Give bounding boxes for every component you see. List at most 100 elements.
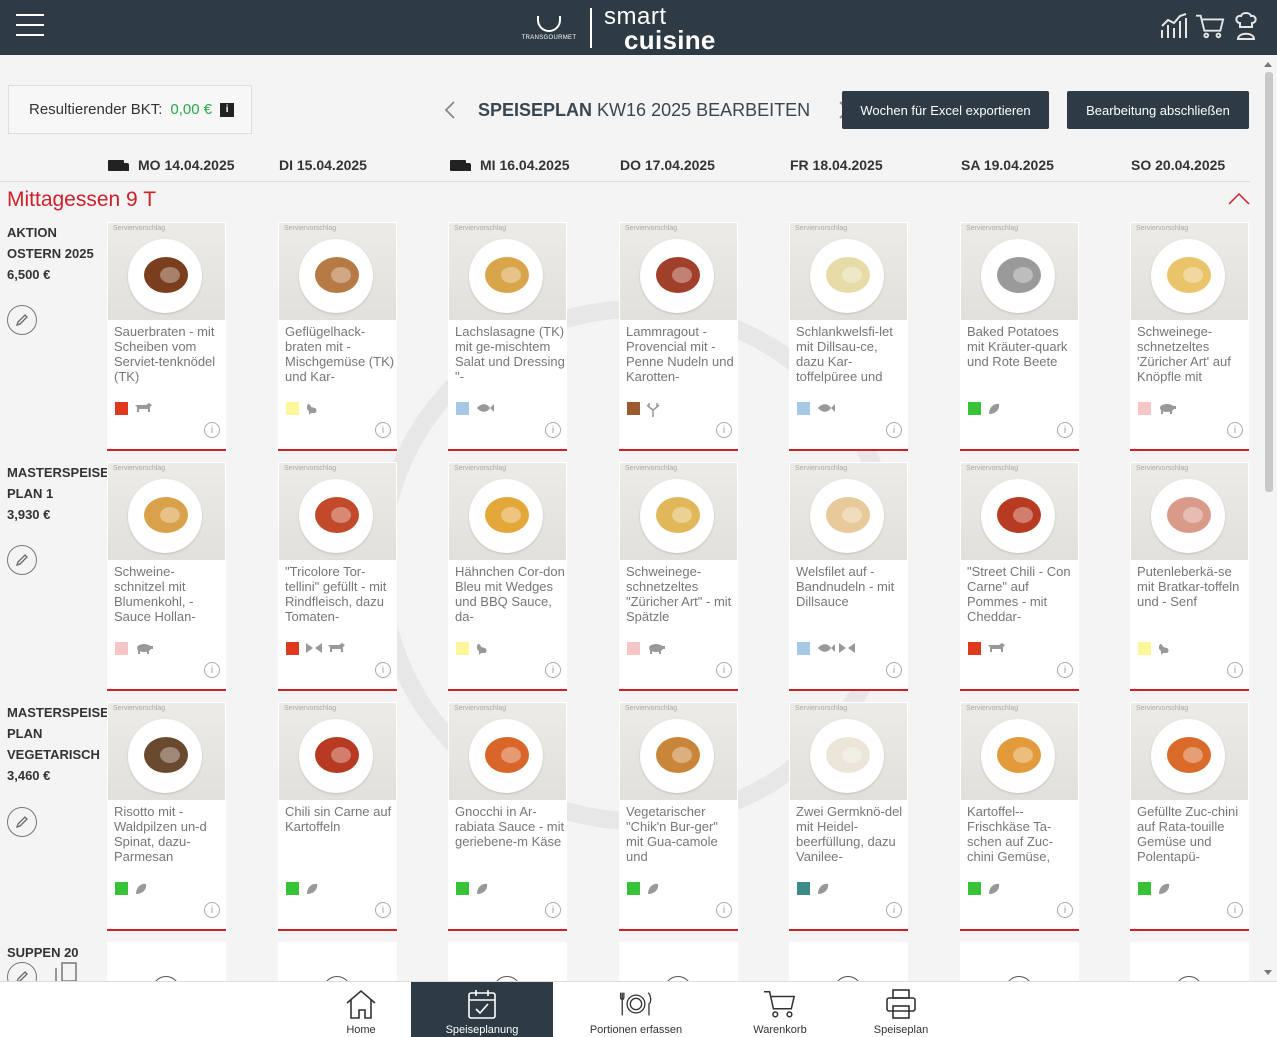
chevron-left-icon[interactable] bbox=[440, 98, 460, 122]
dish-image: Serviervorschlag bbox=[279, 463, 396, 560]
day-header: SA 19.04.2025 bbox=[961, 157, 1054, 173]
dish-image: Serviervorschlag bbox=[1131, 703, 1248, 800]
row-label-line: PLAN bbox=[7, 726, 43, 741]
dish-image: Serviervorschlag bbox=[961, 223, 1078, 320]
dish-card[interactable]: Serviervorschlag Gnocchi in Ar-rabiata Sa… bbox=[448, 702, 567, 931]
info-icon[interactable]: i bbox=[716, 422, 732, 438]
dish-name: Schweine-schnitzel mit Blumenkohl, - Sau… bbox=[114, 564, 196, 624]
serving-suggestion-tag: Serviervorschlag bbox=[113, 465, 166, 472]
row-label: MASTERSPEISE PLAN VEGETARISCH 3,460 € bbox=[7, 702, 109, 786]
info-icon[interactable]: i bbox=[204, 662, 220, 678]
day-label: DI 15.04.2025 bbox=[279, 157, 367, 173]
nav-item-portionen-erfassen[interactable]: Portionen erfassen bbox=[575, 982, 697, 1037]
dish-card[interactable]: Serviervorschlag Schweine-schnitzel mit B… bbox=[107, 462, 226, 691]
dish-card[interactable]: Serviervorschlag "Tricolore Tor-tellini" … bbox=[278, 462, 397, 691]
dish-card[interactable]: Serviervorschlag Risotto mit - Waldpilzen… bbox=[107, 702, 226, 931]
nav-item-speiseplan[interactable]: Speiseplan bbox=[860, 982, 942, 1037]
dish-image: Serviervorschlag bbox=[108, 703, 225, 800]
info-icon[interactable]: i bbox=[1227, 662, 1243, 678]
export-excel-button[interactable]: Wochen für Excel exportieren bbox=[842, 91, 1049, 129]
info-icon[interactable]: i bbox=[204, 422, 220, 438]
plate-cutlery-icon bbox=[619, 987, 653, 1021]
dish-name: Vegetarischer "Chik'n Bur-ger" mit Gua-c… bbox=[626, 804, 718, 864]
dish-name: "Tricolore Tor-tellini" gefüllt - mit Ri… bbox=[285, 564, 387, 624]
edit-pencil-icon[interactable] bbox=[7, 305, 37, 335]
dish-card[interactable]: Serviervorschlag Gefüllte Zuc-chini auf R… bbox=[1130, 702, 1249, 931]
info-icon[interactable]: i bbox=[886, 422, 902, 438]
dish-card[interactable]: Serviervorschlag Kartoffel-- Frischkäse T… bbox=[960, 702, 1079, 931]
dish-image: Serviervorschlag bbox=[961, 463, 1078, 560]
dish-name: Schweinege-schnetzeltes "Züricher Art" -… bbox=[626, 564, 732, 624]
category-color-badge bbox=[456, 882, 469, 895]
dish-card[interactable]: Serviervorschlag "Street Chili - Con Carn… bbox=[960, 462, 1079, 691]
bow-icon bbox=[838, 642, 856, 657]
info-icon[interactable]: i bbox=[1057, 422, 1073, 438]
dish-card[interactable]: Serviervorschlag Schweinege-schnetzeltes … bbox=[1130, 222, 1249, 451]
row-label-line: 3,930 € bbox=[7, 507, 51, 522]
info-icon[interactable]: i bbox=[886, 902, 902, 918]
pig-icon bbox=[134, 642, 154, 657]
bar-chart-icon[interactable] bbox=[1159, 10, 1189, 42]
dish-card[interactable]: Serviervorschlag Chili sin Carne auf Kart… bbox=[278, 702, 397, 931]
nav-item-home[interactable]: Home bbox=[330, 982, 392, 1037]
category-color-badge bbox=[286, 882, 299, 895]
cart-icon[interactable] bbox=[1195, 10, 1225, 42]
info-icon[interactable]: i bbox=[375, 662, 391, 678]
chicken-icon bbox=[305, 402, 319, 419]
info-icon[interactable]: i bbox=[545, 902, 561, 918]
info-icon[interactable]: i bbox=[1227, 902, 1243, 918]
bkt-label: Resultierender BKT: bbox=[29, 101, 163, 118]
info-icon[interactable]: i bbox=[1227, 422, 1243, 438]
info-icon[interactable]: i bbox=[375, 902, 391, 918]
info-icon[interactable]: i bbox=[1057, 902, 1073, 918]
dish-card[interactable]: Serviervorschlag Schlankwelsfi-let mit Di… bbox=[789, 222, 908, 451]
dish-name: Gefüllte Zuc-chini auf Rata-touille Gemü… bbox=[1137, 804, 1239, 864]
fish-icon bbox=[816, 402, 836, 417]
info-icon[interactable]: i bbox=[204, 902, 220, 918]
dish-card[interactable]: Serviervorschlag Welsfilet auf - Bandnude… bbox=[789, 462, 908, 691]
dish-card[interactable]: Serviervorschlag Lammragout - Provencial … bbox=[619, 222, 738, 451]
dish-card[interactable]: Serviervorschlag Sauerbraten - mit Scheib… bbox=[107, 222, 226, 451]
nav-item-warenkorb[interactable]: Warenkorb bbox=[740, 982, 820, 1037]
info-icon[interactable]: i bbox=[220, 102, 235, 117]
dish-name: Zwei Germknö-del mit Heidel-beerfüllung,… bbox=[796, 804, 903, 864]
day-label: SA 19.04.2025 bbox=[961, 157, 1054, 173]
hamburger-menu-icon[interactable] bbox=[16, 14, 44, 38]
bottom-nav: Home Speiseplanung Portionen erfassen Waren… bbox=[0, 981, 1277, 1037]
day-header-row: MO 14.04.2025 DI 15.04.2025 MI 16.04.2025 D… bbox=[0, 155, 1250, 182]
chevron-up-icon[interactable] bbox=[1228, 192, 1250, 206]
chef-icon[interactable] bbox=[1231, 10, 1261, 42]
nav-item-speiseplanung[interactable]: Speiseplanung bbox=[411, 982, 553, 1037]
info-icon[interactable]: i bbox=[716, 662, 732, 678]
info-icon[interactable]: i bbox=[716, 902, 732, 918]
cow-icon bbox=[327, 642, 347, 657]
dish-card[interactable]: Serviervorschlag Zwei Germknö-del mit Hei… bbox=[789, 702, 908, 931]
dish-image: Serviervorschlag bbox=[108, 223, 225, 320]
info-icon[interactable]: i bbox=[545, 422, 561, 438]
dish-card[interactable]: Serviervorschlag Putenleberkä-se mit Brat… bbox=[1130, 462, 1249, 691]
scrollbar[interactable] bbox=[1262, 58, 1275, 980]
leaf-icon bbox=[987, 882, 1001, 899]
finish-editing-button[interactable]: Bearbeitung abschließen bbox=[1067, 91, 1249, 129]
info-icon[interactable]: i bbox=[545, 662, 561, 678]
dish-image: Serviervorschlag bbox=[279, 223, 396, 320]
dish-name: Baked Potatoes mit Kräuter-quark und Rot… bbox=[967, 324, 1068, 369]
dish-image: Serviervorschlag bbox=[449, 703, 566, 800]
edit-pencil-icon[interactable] bbox=[7, 807, 37, 837]
dish-card[interactable]: Serviervorschlag Lachslasagne (TK) mit ge… bbox=[448, 222, 567, 451]
edit-pencil-icon[interactable] bbox=[7, 545, 37, 575]
dish-image: Serviervorschlag bbox=[1131, 463, 1248, 560]
dish-image: Serviervorschlag bbox=[279, 703, 396, 800]
dish-card[interactable]: Serviervorschlag Vegetarischer "Chik'n Bu… bbox=[619, 702, 738, 931]
info-icon[interactable]: i bbox=[1057, 662, 1073, 678]
dish-card[interactable]: Serviervorschlag Hähnchen Cor-don Bleu mi… bbox=[448, 462, 567, 691]
dish-card[interactable]: Serviervorschlag Schweinege-schnetzeltes … bbox=[619, 462, 738, 691]
day-label: SO 20.04.2025 bbox=[1131, 157, 1226, 173]
day-label: DO 17.04.2025 bbox=[620, 157, 715, 173]
info-icon[interactable]: i bbox=[886, 662, 902, 678]
info-icon[interactable]: i bbox=[375, 422, 391, 438]
app-logo[interactable]: TRANSGOURMET smart cuisine bbox=[520, 4, 716, 53]
dish-card[interactable]: Serviervorschlag Baked Potatoes mit Kräut… bbox=[960, 222, 1079, 451]
leaf-icon bbox=[1157, 882, 1171, 899]
dish-card[interactable]: Serviervorschlag Geflügelhack-braten mit … bbox=[278, 222, 397, 451]
